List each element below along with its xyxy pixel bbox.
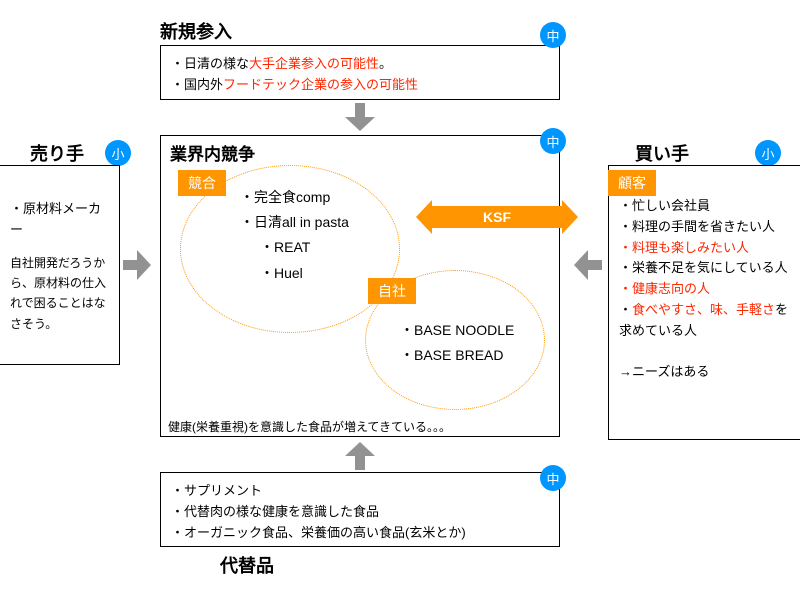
new-entrants-badge: 中 <box>540 22 566 48</box>
text-red: 食べやすさ、味、手軽さ <box>632 302 775 317</box>
competitor-item: ・REAT <box>240 235 349 260</box>
buyers-box: ・忙しい会社員 ・料理の手間を省きたい人 ・料理も楽しみたい人 ・栄養不足を気に… <box>608 165 800 440</box>
text: ・ <box>619 302 632 317</box>
substitutes-item: ・サプリメント <box>171 481 549 502</box>
buyers-title: 買い手 <box>635 140 689 166</box>
text-red: 大手企業参入の可能性 <box>249 56 379 71</box>
buyers-conclusion: →ニーズはある <box>619 362 790 383</box>
own-tag: 自社 <box>368 278 416 304</box>
buyers-item-red: ・料理も楽しみたい人 <box>619 238 790 259</box>
ksf-label: KSF <box>483 209 511 225</box>
arrow-down-icon <box>345 103 375 133</box>
ksf-arrow: KSF <box>432 206 562 228</box>
rivalry-badge: 中 <box>540 128 566 154</box>
rivalry-footnote: 健康(栄養重視)を意識した食品が増えてきている。。。 <box>168 418 451 435</box>
new-entrants-box: ・日清の様な大手企業参入の可能性。 ・国内外フードテック企業の参入の可能性 <box>160 45 560 100</box>
own-list: ・BASE NOODLE ・BASE BREAD <box>400 318 514 368</box>
text: ・国内外 <box>171 77 223 92</box>
suppliers-title: 売り手 <box>30 140 84 166</box>
buyers-item: ・栄養不足を気にしている人 <box>619 258 790 279</box>
substitutes-badge: 中 <box>540 465 566 491</box>
suppliers-note: 自社開発だろうから、原材料の仕入れで困ることはなさそう。 <box>10 253 109 335</box>
buyers-item-red: ・健康志向の人 <box>619 279 790 300</box>
own-item: ・BASE NOODLE <box>400 318 514 343</box>
buyers-item: ・料理の手間を省きたい人 <box>619 217 790 238</box>
competitor-item: ・日清all in pasta <box>240 210 349 235</box>
suppliers-item: ・原材料メーカー <box>10 199 109 241</box>
substitutes-item: ・オーガニック食品、栄養価の高い食品(玄米とか) <box>171 523 549 544</box>
buyers-item: ・忙しい会社員 <box>619 196 790 217</box>
competitors-tag: 競合 <box>178 170 226 196</box>
substitutes-box: ・サプリメント ・代替肉の様な健康を意識した食品 ・オーガニック食品、栄養価の高… <box>160 472 560 547</box>
new-entrants-title: 新規参入 <box>160 18 232 44</box>
competitor-item: ・完全食comp <box>240 185 349 210</box>
buyers-item: ・食べやすさ、味、手軽さを求めている人 <box>619 300 790 342</box>
rivalry-title: 業界内競争 <box>170 140 255 165</box>
new-entrants-line1: ・日清の様な大手企業参入の可能性。 <box>171 54 549 75</box>
competitor-item: ・Huel <box>240 261 349 286</box>
arrow-right-icon <box>123 250 153 280</box>
substitutes-item: ・代替肉の様な健康を意識した食品 <box>171 502 549 523</box>
suppliers-box: ・原材料メーカー 自社開発だろうから、原材料の仕入れで困ることはなさそう。 <box>0 165 120 365</box>
new-entrants-line2: ・国内外フードテック企業の参入の可能性 <box>171 75 549 96</box>
arrow-left-icon <box>572 250 602 280</box>
own-item: ・BASE BREAD <box>400 343 514 368</box>
substitutes-title: 代替品 <box>220 552 274 578</box>
buyers-tag: 顧客 <box>608 170 656 196</box>
arrow-up-icon <box>345 440 375 470</box>
competitors-list: ・完全食comp ・日清all in pasta ・REAT ・Huel <box>240 185 349 286</box>
text: ・日清の様な <box>171 56 249 71</box>
text-red: フードテック企業の参入の可能性 <box>223 77 418 92</box>
buyers-badge: 小 <box>755 140 781 166</box>
text: 。 <box>379 56 392 71</box>
suppliers-badge: 小 <box>105 140 131 166</box>
